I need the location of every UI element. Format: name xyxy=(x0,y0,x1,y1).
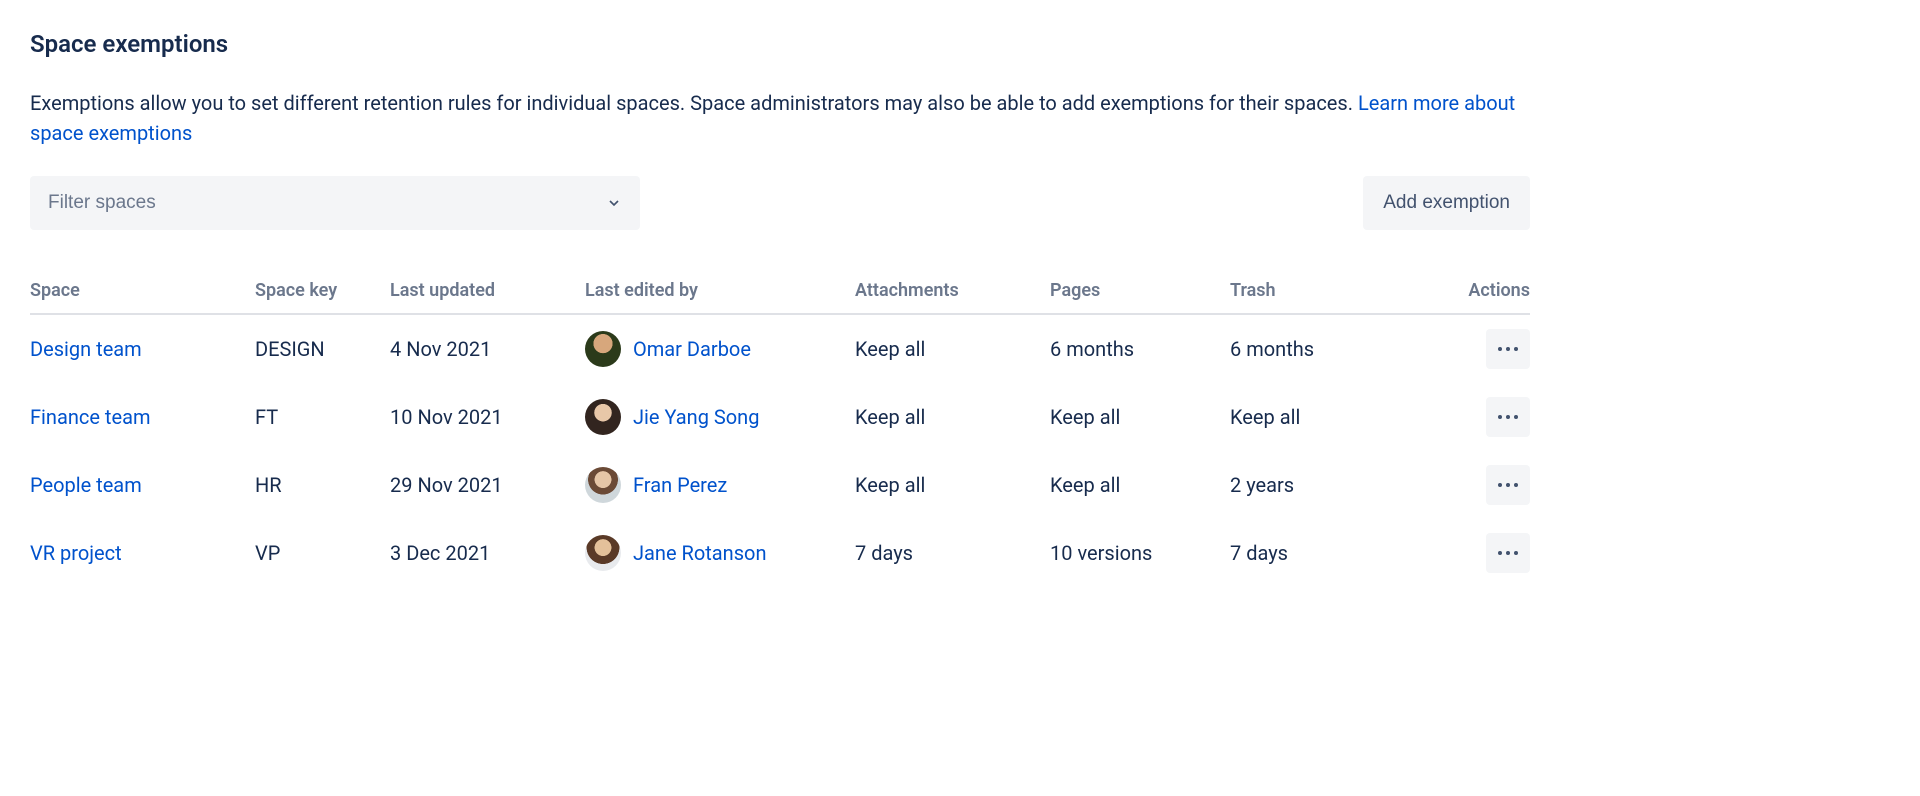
space-link[interactable]: People team xyxy=(30,473,142,497)
trash-value: 2 years xyxy=(1230,451,1425,519)
more-icon xyxy=(1498,551,1502,555)
more-actions-button[interactable] xyxy=(1486,533,1530,573)
last-updated: 4 Nov 2021 xyxy=(390,314,585,383)
filter-spaces-dropdown[interactable]: Filter spaces xyxy=(30,176,640,230)
more-icon xyxy=(1506,483,1510,487)
space-link[interactable]: Finance team xyxy=(30,405,151,429)
table-row: Design team DESIGN4 Nov 2021 Omar Darboe Ke… xyxy=(30,314,1530,383)
chevron-down-icon xyxy=(606,195,622,211)
more-icon xyxy=(1498,483,1502,487)
trash-value: Keep all xyxy=(1230,383,1425,451)
editor-link[interactable]: Fran Perez xyxy=(633,473,727,497)
more-icon xyxy=(1506,347,1510,351)
editor-link[interactable]: Omar Darboe xyxy=(633,337,751,361)
space-key: VP xyxy=(255,519,390,587)
header-editor: Last edited by xyxy=(585,270,855,314)
more-actions-button[interactable] xyxy=(1486,329,1530,369)
header-key: Space key xyxy=(255,270,390,314)
filter-placeholder: Filter spaces xyxy=(48,192,156,214)
space-key: FT xyxy=(255,383,390,451)
space-link[interactable]: VR project xyxy=(30,541,122,565)
editor-link[interactable]: Jane Rotanson xyxy=(633,541,767,565)
table-row: Finance team FT10 Nov 2021 Jie Yang Song Ke… xyxy=(30,383,1530,451)
header-attachments: Attachments xyxy=(855,270,1050,314)
avatar xyxy=(585,467,621,503)
more-icon xyxy=(1514,347,1518,351)
attachments-value: Keep all xyxy=(855,314,1050,383)
header-pages: Pages xyxy=(1050,270,1230,314)
page-title: Space exemptions xyxy=(30,30,1530,58)
page-description: Exemptions allow you to set different re… xyxy=(30,88,1530,148)
exemptions-table: Space Space key Last updated Last edited… xyxy=(30,270,1530,587)
last-updated: 10 Nov 2021 xyxy=(390,383,585,451)
trash-value: 6 months xyxy=(1230,314,1425,383)
attachments-value: 7 days xyxy=(855,519,1050,587)
attachments-value: Keep all xyxy=(855,451,1050,519)
more-actions-button[interactable] xyxy=(1486,465,1530,505)
space-key: DESIGN xyxy=(255,314,390,383)
more-icon xyxy=(1514,483,1518,487)
pages-value: 6 months xyxy=(1050,314,1230,383)
table-row: VR project VP3 Dec 2021 Jane Rotanson 7 day… xyxy=(30,519,1530,587)
pages-value: Keep all xyxy=(1050,451,1230,519)
avatar xyxy=(585,331,621,367)
more-icon xyxy=(1514,415,1518,419)
header-space: Space xyxy=(30,270,255,314)
more-actions-button[interactable] xyxy=(1486,397,1530,437)
more-icon xyxy=(1506,415,1510,419)
pages-value: 10 versions xyxy=(1050,519,1230,587)
last-updated: 29 Nov 2021 xyxy=(390,451,585,519)
more-icon xyxy=(1514,551,1518,555)
description-text: Exemptions allow you to set different re… xyxy=(30,91,1358,115)
space-link[interactable]: Design team xyxy=(30,337,142,361)
header-actions: Actions xyxy=(1425,270,1530,314)
header-updated: Last updated xyxy=(390,270,585,314)
pages-value: Keep all xyxy=(1050,383,1230,451)
attachments-value: Keep all xyxy=(855,383,1050,451)
avatar xyxy=(585,535,621,571)
table-row: People team HR29 Nov 2021 Fran Perez Keep a… xyxy=(30,451,1530,519)
trash-value: 7 days xyxy=(1230,519,1425,587)
add-exemption-button[interactable]: Add exemption xyxy=(1363,176,1530,230)
more-icon xyxy=(1498,347,1502,351)
avatar xyxy=(585,399,621,435)
editor-link[interactable]: Jie Yang Song xyxy=(633,405,759,429)
more-icon xyxy=(1498,415,1502,419)
header-trash: Trash xyxy=(1230,270,1425,314)
more-icon xyxy=(1506,551,1510,555)
space-key: HR xyxy=(255,451,390,519)
last-updated: 3 Dec 2021 xyxy=(390,519,585,587)
